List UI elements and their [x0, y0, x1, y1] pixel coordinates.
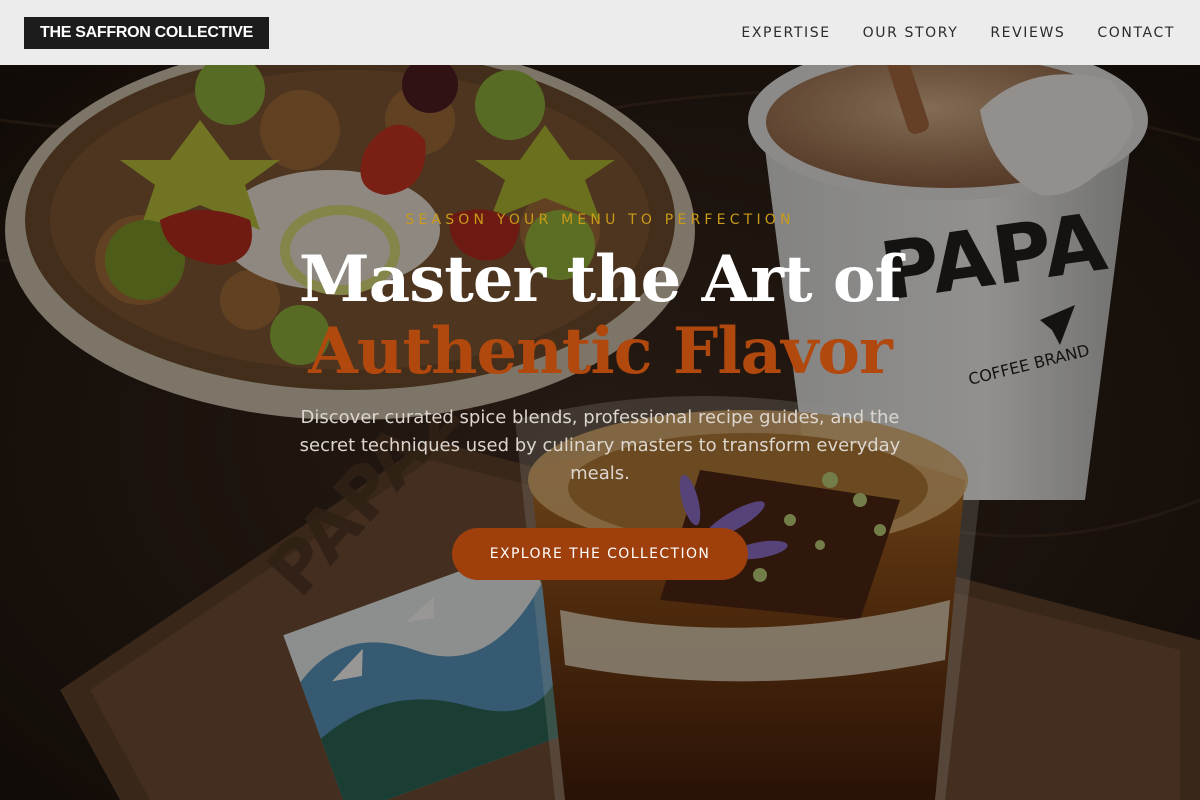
- nav-item-expertise[interactable]: EXPERTISE: [741, 25, 830, 41]
- hero-description: Discover curated spice blends, professio…: [299, 407, 901, 484]
- headline-line-2: Authentic Flavor: [308, 314, 892, 389]
- hero-eyebrow: SEASON YOUR MENU TO PERFECTION: [405, 212, 795, 228]
- brand-logo[interactable]: THE SAFFRON COLLECTIVE: [24, 16, 269, 49]
- hero-section: PAPA22 PAPA COFFEE BRAND SEASON YOUR MEN…: [0, 0, 1200, 800]
- headline-line-1: Master the Art of: [298, 242, 902, 317]
- site-header: THE SAFFRON COLLECTIVE EXPERTISE OUR STO…: [0, 0, 1200, 65]
- nav-item-contact[interactable]: CONTACT: [1097, 25, 1175, 41]
- hero-content: SEASON YOUR MENU TO PERFECTION Master th…: [200, 200, 1000, 580]
- hero-headline: Master the Art of Authentic Flavor: [200, 244, 1000, 388]
- nav-item-our-story[interactable]: OUR STORY: [863, 25, 959, 41]
- nav-item-reviews[interactable]: REVIEWS: [990, 25, 1065, 41]
- main-nav: EXPERTISE OUR STORY REVIEWS CONTACT: [741, 25, 1175, 41]
- explore-collection-button[interactable]: EXPLORE THE COLLECTION: [451, 528, 749, 580]
